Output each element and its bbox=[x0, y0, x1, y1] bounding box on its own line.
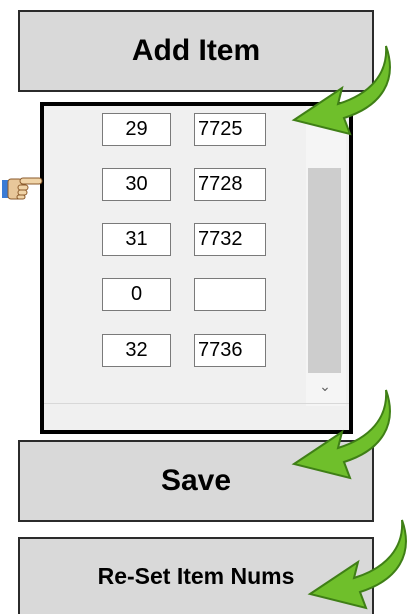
item-number-field[interactable]: 0 bbox=[102, 278, 171, 311]
item-value-field[interactable]: 7728 bbox=[194, 168, 266, 201]
scrollbar-thumb[interactable] bbox=[308, 168, 341, 373]
vertical-scrollbar[interactable]: ⌄ bbox=[306, 106, 346, 406]
add-item-label: Add Item bbox=[131, 34, 261, 67]
reset-item-nums-label: Re-Set Item Nums bbox=[97, 563, 295, 589]
items-list-panel: 29 7725 30 7728 31 7732 0 32 7736 ⌄ bbox=[40, 102, 353, 434]
item-value-field[interactable]: 7725 bbox=[194, 113, 266, 146]
green-arrow-icon bbox=[291, 45, 391, 136]
item-number-field[interactable]: 32 bbox=[102, 334, 171, 367]
item-number-field[interactable]: 31 bbox=[102, 223, 171, 256]
green-arrow-icon bbox=[291, 389, 391, 480]
item-value-field[interactable]: 7736 bbox=[194, 334, 266, 367]
pointing-hand-icon bbox=[2, 177, 43, 200]
item-value-field[interactable]: 7732 bbox=[194, 223, 266, 256]
green-arrow-icon bbox=[307, 519, 407, 610]
item-value-field[interactable] bbox=[194, 278, 266, 311]
item-number-field[interactable]: 30 bbox=[102, 168, 171, 201]
item-number-field[interactable]: 29 bbox=[102, 113, 171, 146]
save-label: Save bbox=[160, 464, 232, 497]
